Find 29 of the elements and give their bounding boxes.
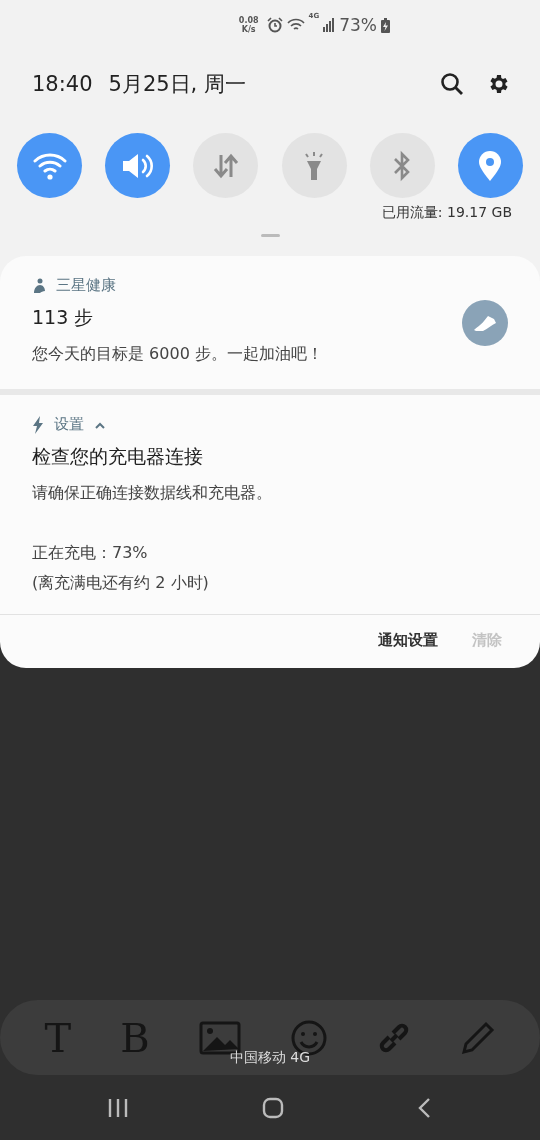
notification-title: 检查您的充电器连接 [32,444,204,469]
battery-charging-icon [381,17,390,33]
notification-text: (离充满电还有约 2 小时) [32,572,210,594]
alarm-clock-icon [266,17,283,33]
drag-handle[interactable] [260,234,280,237]
search-icon [440,72,464,96]
speed-unit: K/s [241,25,256,34]
signal-bars-icon [323,18,336,32]
app-name: 设置 [54,415,84,434]
wifi-signal-icon [286,18,305,32]
battery-percent: 73% [339,15,377,35]
rounded-square-icon [262,1096,284,1119]
data-usage: 已用流量: 19.17 GB [381,204,513,222]
notification-text: 正在充电：73% [32,542,149,564]
date-text: 5月25日, 周一 [108,71,247,98]
notification-text: 请确保正确连接数据线和充电器。 [32,482,273,504]
app-name: 三星健康 [56,276,116,295]
clock-time: 18:40 [32,72,93,96]
notification-title: 113 步 [32,305,95,330]
pencil-icon [459,1019,496,1056]
figure-icon [32,277,46,294]
network-speed: 0.08 [238,16,259,25]
notification-action[interactable]: 通知设置 [378,631,438,650]
location-pin-icon [477,149,504,182]
lightning-icon [32,415,44,434]
three-bars-icon [106,1097,129,1118]
notification-text: 您今天的目标是 6000 步。一起加油吧！ [32,343,324,365]
shoe-action-button[interactable] [462,299,508,346]
carrier-name: 中国移动 4G [228,1049,312,1067]
